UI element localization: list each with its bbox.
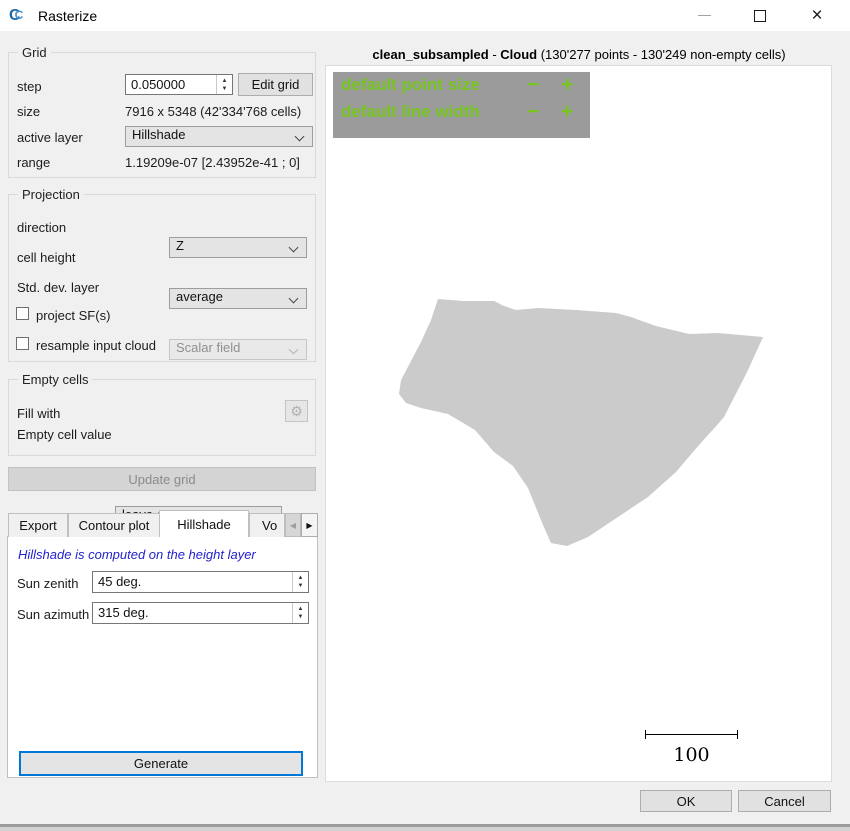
step-label: step — [17, 79, 42, 94]
cloud-footprint — [399, 299, 763, 546]
header-separator: - — [489, 47, 501, 62]
minimize-button[interactable] — [681, 0, 727, 31]
cloud-name: clean_subsampled — [372, 47, 488, 62]
fill-with-label: Fill with — [17, 406, 60, 421]
tab-volume[interactable]: Vo — [249, 513, 285, 537]
spin-up-icon[interactable]: ▲ — [298, 605, 304, 613]
direction-value: Z — [170, 236, 206, 253]
arrow-left-icon: ◀ — [290, 521, 296, 530]
chevron-down-icon — [289, 294, 299, 304]
sun-zenith-spinner[interactable]: ▲▼ — [292, 572, 308, 592]
project-sf-label: project SF(s) — [36, 308, 110, 323]
tab-scroll-left-button: ◀ — [285, 513, 301, 537]
empty-cell-value-label: Empty cell value — [17, 427, 112, 442]
direction-select[interactable]: Z — [169, 237, 307, 258]
viewport-3d[interactable]: default point size − + default line widt… — [325, 65, 832, 782]
spin-up-icon[interactable]: ▲ — [298, 574, 304, 582]
empty-cells-group-title: Empty cells — [18, 372, 92, 387]
spin-down-icon[interactable]: ▼ — [222, 85, 228, 93]
scale-bar — [645, 730, 738, 739]
line-width-increase-button[interactable]: + — [561, 101, 573, 123]
edit-grid-button[interactable]: Edit grid — [238, 73, 313, 96]
active-layer-select[interactable]: Hillshade — [125, 126, 313, 147]
raster-preview — [326, 66, 832, 782]
sun-azimuth-label: Sun azimuth — [17, 607, 89, 622]
tab-scroll-right-button[interactable]: ▶ — [301, 513, 318, 537]
grid-group-title: Grid — [18, 45, 51, 60]
cell-height-label: cell height — [17, 250, 76, 265]
hillshade-note: Hillshade is computed on the height laye… — [18, 547, 256, 562]
tab-export[interactable]: Export — [8, 513, 68, 537]
close-icon: × — [811, 6, 822, 25]
cloud-stats: (130'277 points - 130'249 non-empty cell… — [537, 47, 786, 62]
spin-up-icon[interactable]: ▲ — [222, 77, 228, 85]
generate-button[interactable]: Generate — [19, 751, 303, 776]
resample-checkbox[interactable] — [16, 337, 29, 350]
maximize-icon — [754, 10, 766, 22]
std-dev-layer-value: Scalar field — [170, 338, 262, 355]
std-dev-layer-label: Std. dev. layer — [17, 280, 99, 295]
close-button[interactable]: × — [794, 0, 840, 31]
line-width-decrease-button[interactable]: − — [527, 101, 539, 123]
step-spinner[interactable]: ▲▼ — [216, 75, 232, 94]
point-size-decrease-button[interactable]: − — [527, 74, 539, 96]
cloudcompare-logo-icon: CC — [9, 7, 17, 25]
chevron-down-icon — [295, 132, 305, 142]
project-sf-checkbox[interactable] — [16, 307, 29, 320]
window-bottom-shadow — [0, 827, 850, 831]
minimize-icon — [698, 15, 711, 16]
std-dev-layer-select: Scalar field — [169, 339, 307, 360]
spin-down-icon[interactable]: ▼ — [298, 582, 304, 590]
active-layer-label: active layer — [17, 130, 83, 145]
resample-label: resample input cloud — [36, 338, 156, 353]
interpolation-settings-button: ⚙ — [285, 400, 308, 422]
chevron-down-icon — [289, 345, 299, 355]
projection-group-title: Projection — [18, 187, 84, 202]
chevron-down-icon — [289, 243, 299, 253]
entity-type: Cloud — [500, 47, 537, 62]
step-input[interactable]: 0.050000 ▲▼ — [125, 74, 233, 95]
cell-height-value: average — [170, 287, 245, 304]
sun-zenith-value: 45 deg. — [93, 572, 292, 592]
tab-hillshade[interactable]: Hillshade — [159, 510, 249, 537]
gear-icon: ⚙ — [290, 403, 303, 420]
sun-zenith-label: Sun zenith — [17, 576, 78, 591]
viewport-overlay: default point size − + default line widt… — [333, 72, 590, 138]
size-label: size — [17, 104, 40, 119]
direction-label: direction — [17, 220, 66, 235]
active-layer-value: Hillshade — [126, 125, 207, 142]
default-point-size-label: default point size — [341, 75, 480, 95]
spin-down-icon[interactable]: ▼ — [298, 613, 304, 621]
window-title: Rasterize — [38, 8, 97, 24]
ok-button[interactable]: OK — [640, 790, 732, 812]
sun-azimuth-spinner[interactable]: ▲▼ — [292, 603, 308, 623]
step-value: 0.050000 — [126, 75, 216, 94]
tab-contour-plot[interactable]: Contour plot — [68, 513, 160, 537]
viewport-header: clean_subsampled - Cloud (130'277 points… — [325, 47, 833, 62]
update-grid-button: Update grid — [8, 467, 316, 491]
point-size-increase-button[interactable]: + — [561, 74, 573, 96]
default-line-width-label: default line width — [341, 102, 480, 122]
maximize-button[interactable] — [737, 0, 783, 31]
range-label: range — [17, 155, 50, 170]
sun-azimuth-value: 315 deg. — [93, 603, 292, 623]
cancel-button[interactable]: Cancel — [738, 790, 831, 812]
scale-bar-label: 100 — [645, 744, 738, 766]
size-value: 7916 x 5348 (42'334'768 cells) — [125, 104, 301, 119]
range-value: 1.19209e-07 [2.43952e-41 ; 0] — [125, 155, 300, 170]
title-bar: CC Rasterize × — [0, 0, 850, 31]
arrow-right-icon: ▶ — [306, 521, 312, 530]
sun-zenith-input[interactable]: 45 deg. ▲▼ — [92, 571, 309, 593]
sun-azimuth-input[interactable]: 315 deg. ▲▼ — [92, 602, 309, 624]
cell-height-select[interactable]: average — [169, 288, 307, 309]
